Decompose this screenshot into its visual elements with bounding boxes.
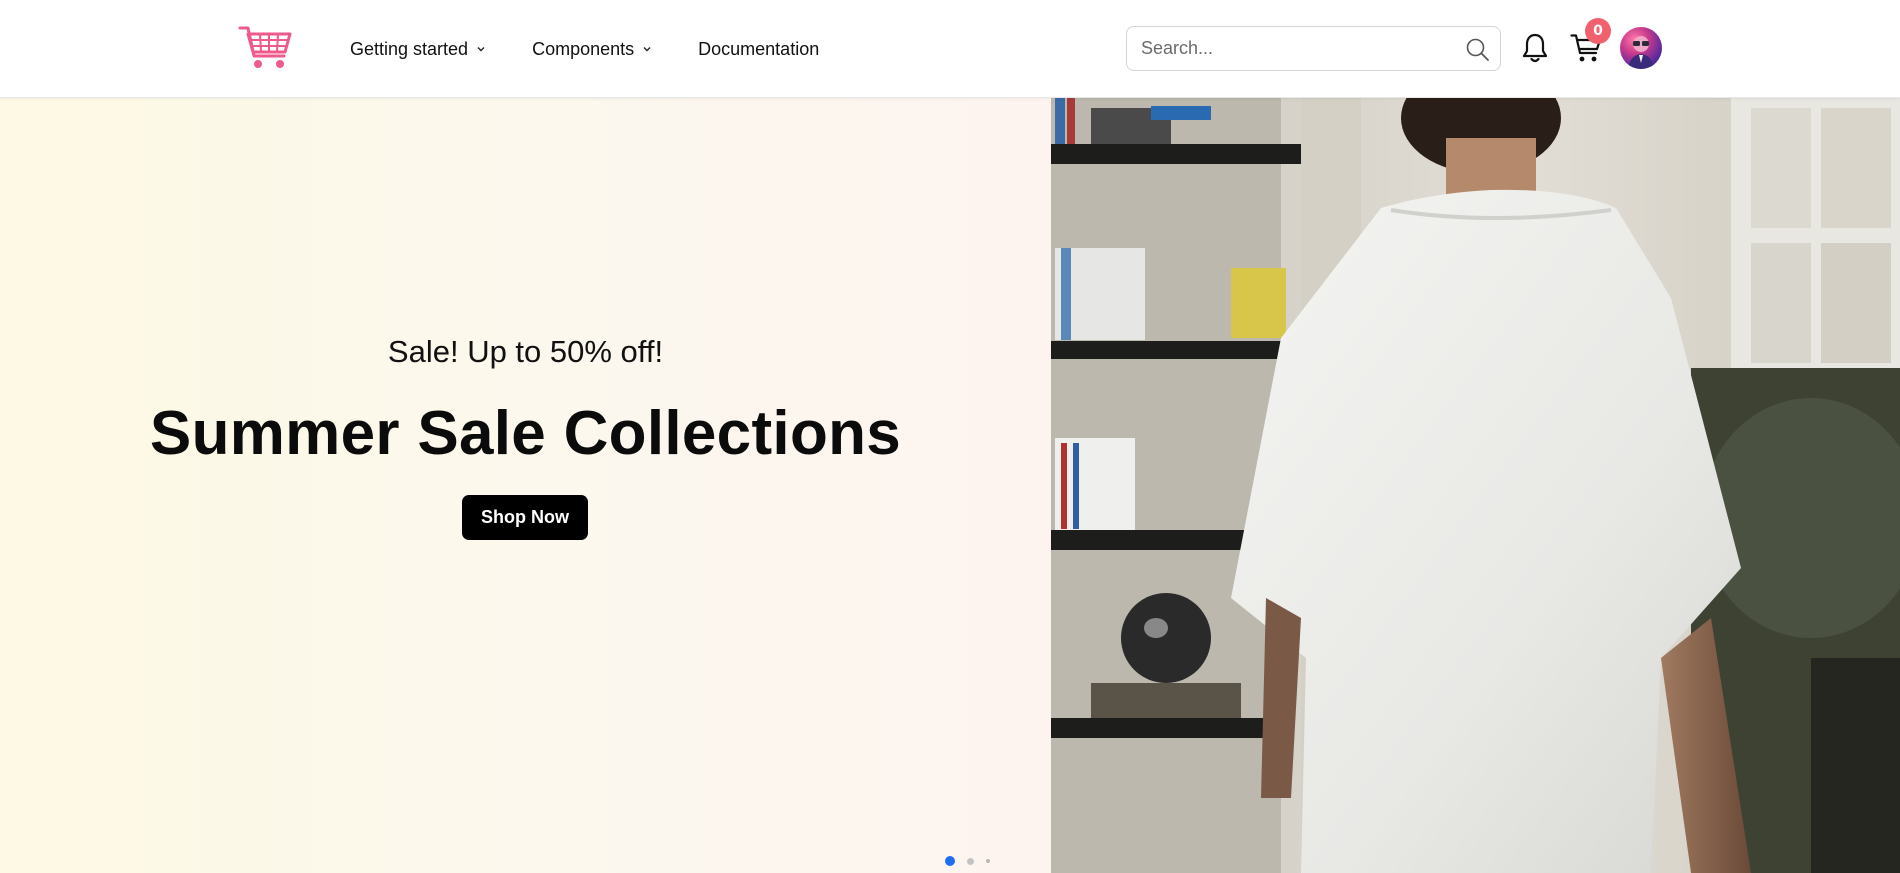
top-navbar: Getting started Components Documentation… — [0, 0, 1900, 98]
man-in-white-tshirt-illustration — [1051, 98, 1900, 873]
shopping-cart-logo-icon[interactable] — [238, 24, 292, 72]
search-box — [1126, 26, 1501, 71]
nav-getting-started-label: Getting started — [350, 38, 469, 59]
search-input[interactable] — [1141, 27, 1451, 70]
nav-documentation-label: Documentation — [698, 38, 820, 59]
nav-components-label: Components — [532, 38, 635, 59]
search-icon[interactable] — [1465, 37, 1490, 62]
nav-getting-started[interactable]: Getting started — [350, 39, 486, 60]
main-nav: Getting started Components Documentation — [350, 0, 865, 98]
hero-subtitle: Sale! Up to 50% off! — [387, 334, 664, 369]
hero-banner — [0, 98, 1051, 873]
shop-now-button[interactable]: Shop Now — [462, 495, 588, 540]
bell-icon[interactable] — [1521, 32, 1549, 64]
hero-title: Summer Sale Collections — [149, 399, 902, 468]
chevron-down-icon — [477, 47, 485, 52]
cart-count-badge: 0 — [1585, 18, 1611, 44]
avatar[interactable] — [1620, 27, 1662, 69]
carousel-dots — [945, 856, 1002, 866]
carousel-dot-3[interactable] — [986, 859, 990, 863]
hero-product-image — [1051, 98, 1900, 873]
nav-components[interactable]: Components — [532, 39, 652, 60]
carousel-dot-1[interactable] — [945, 856, 955, 866]
carousel-dot-2[interactable] — [967, 857, 974, 865]
nav-documentation[interactable]: Documentation — [698, 39, 819, 60]
chevron-down-icon — [643, 47, 651, 52]
